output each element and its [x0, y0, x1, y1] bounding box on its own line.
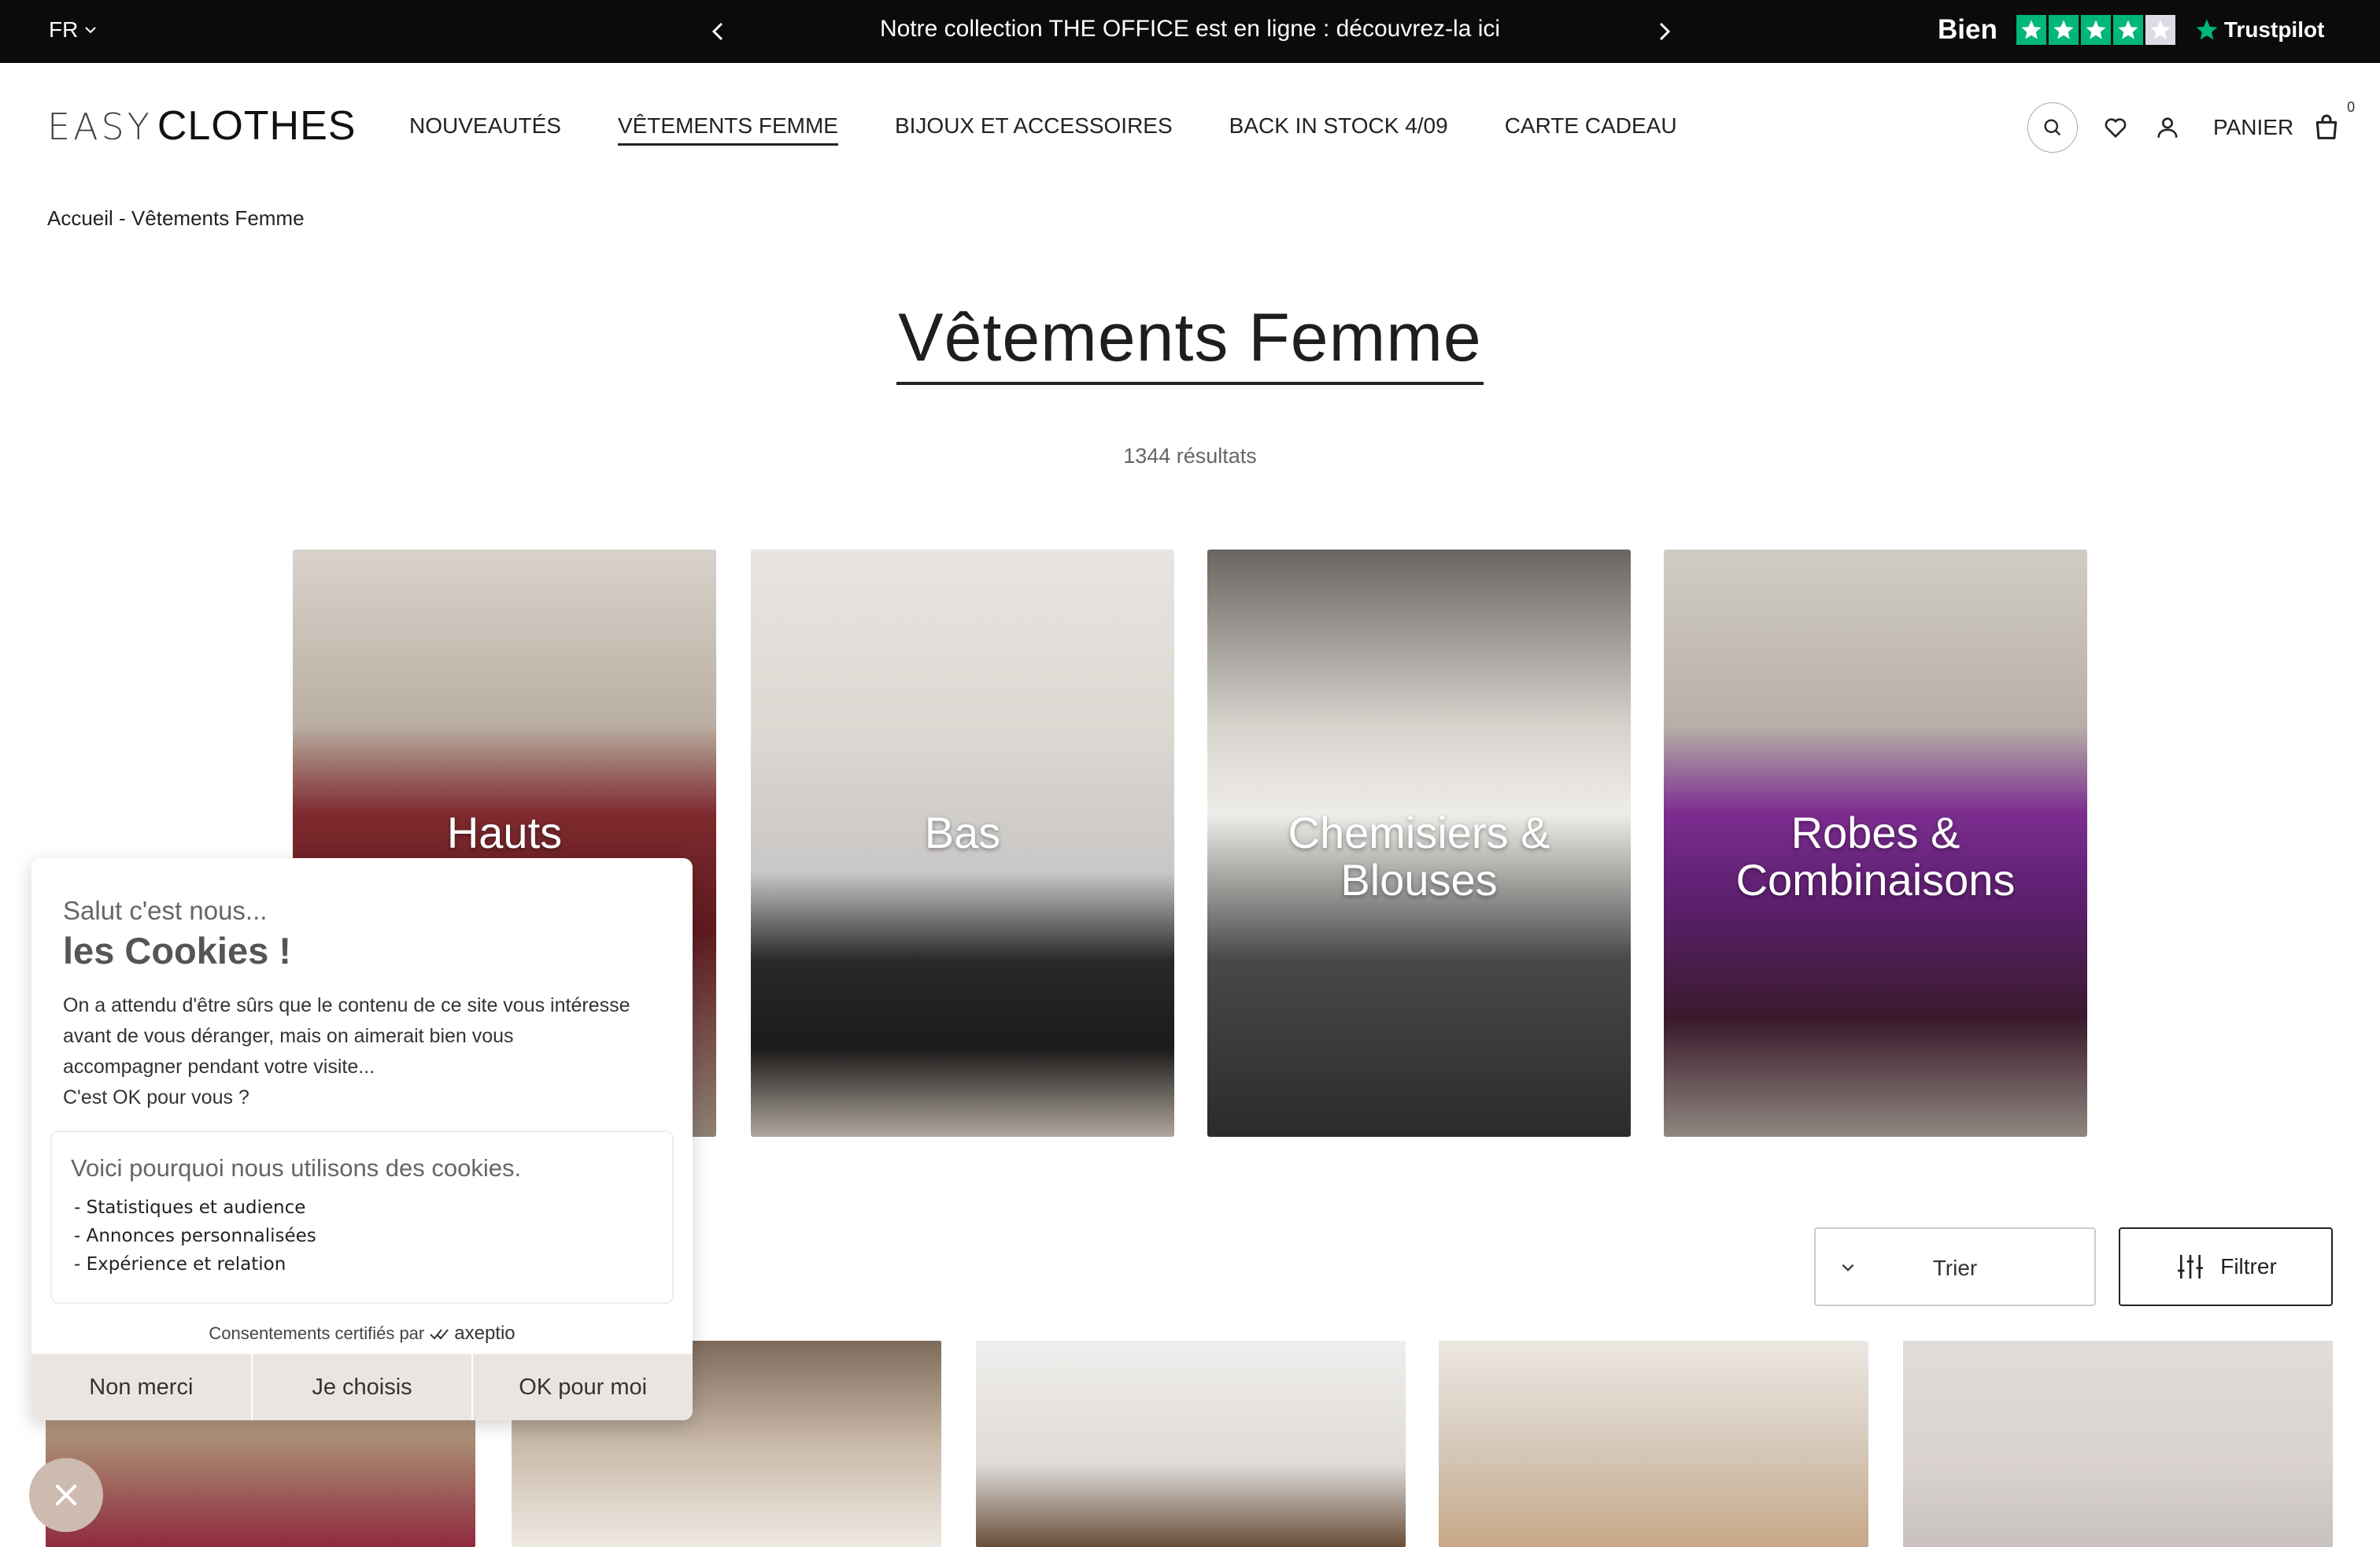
cart-label[interactable]: PANIER: [2213, 115, 2293, 140]
cookie-reason: - Annonces personnalisées: [74, 1226, 316, 1246]
main-nav: NOUVEAUTÉS VÊTEMENTS FEMME BIJOUX ET ACC…: [409, 113, 1677, 146]
cookie-message-line: avant de vous déranger, mais on aimerait…: [63, 1025, 514, 1047]
trustpilot-rating: Bien: [1938, 14, 1998, 45]
announcement-bar: FR Notre collection THE OFFICE est en li…: [0, 0, 2380, 63]
cart-count: 0: [2347, 99, 2356, 115]
cookie-title: les Cookies !: [63, 930, 291, 972]
nav-back-in-stock[interactable]: BACK IN STOCK 4/09: [1229, 113, 1448, 146]
axeptio-brand: axeptio: [454, 1323, 516, 1344]
sort-select[interactable]: Trier: [1814, 1227, 2096, 1306]
logo-easy: EASY: [47, 105, 153, 148]
heart-icon: [2105, 118, 2127, 139]
cookie-decline-button[interactable]: Non merci: [31, 1354, 253, 1420]
cookie-message: On a attendu d'être sûrs que le contenu …: [63, 990, 677, 1113]
header-actions: PANIER 0: [2027, 99, 2355, 153]
category-tile-chemisiers[interactable]: Chemisiers & Blouses: [1207, 550, 1631, 1137]
star-icon: [2016, 15, 2046, 45]
wishlist-button[interactable]: [2101, 113, 2130, 142]
cookie-reasons-list: - Statistiques et audience - Annonces pe…: [74, 1194, 316, 1279]
cookie-message-line: accompagner pendant votre visite...: [63, 1056, 375, 1078]
cookie-certification: Consentements certifiés par axeptio: [31, 1323, 693, 1345]
category-label: Hauts: [293, 809, 716, 857]
category-tile-robes[interactable]: Robes & Combinaisons: [1664, 550, 2087, 1137]
logo-clothes: CLOTHES: [157, 103, 357, 149]
star-empty-icon: [2145, 15, 2175, 45]
nav-vetements-femme[interactable]: VÊTEMENTS FEMME: [617, 113, 838, 146]
category-label-line: Chemisiers &: [1288, 808, 1550, 857]
site-header: EASY CLOTHES NOUVEAUTÉS VÊTEMENTS FEMME …: [0, 63, 2380, 189]
product-card[interactable]: [1439, 1341, 1868, 1547]
cookie-reason: - Statistiques et audience: [74, 1197, 306, 1218]
category-tile-bas[interactable]: Bas: [751, 550, 1174, 1137]
category-label: Chemisiers & Blouses: [1207, 809, 1631, 904]
category-label-line: Hauts: [446, 808, 563, 857]
account-button[interactable]: [2153, 113, 2182, 142]
user-icon: [2157, 117, 2178, 138]
filter-label: Filtrer: [2220, 1254, 2277, 1279]
chevron-right-icon[interactable]: [1650, 17, 1678, 46]
axeptio-check-icon: [430, 1329, 449, 1340]
trustpilot-stars: [2016, 15, 2175, 45]
axeptio-logo[interactable]: axeptio: [429, 1323, 516, 1345]
cookie-certified-text: Consentements certifiés par: [209, 1323, 425, 1343]
cookie-reasons-title: Voici pourquoi nous utilisons des cookie…: [71, 1154, 522, 1182]
trustpilot-widget[interactable]: Bien Trustpilot: [1938, 14, 2324, 46]
category-label-line: Blouses: [1340, 855, 1498, 905]
star-icon: [2112, 15, 2143, 45]
cookie-message-line: On a attendu d'être sûrs que le contenu …: [63, 994, 630, 1016]
cookie-choose-button[interactable]: Je choisis: [253, 1354, 474, 1420]
sliders-icon: [2178, 1255, 2204, 1279]
product-card[interactable]: [1903, 1341, 2333, 1547]
trustpilot-logo: Trustpilot: [2194, 17, 2325, 43]
page-title: Vêtements Femme: [896, 299, 1484, 385]
nav-carte-cadeau[interactable]: CARTE CADEAU: [1505, 113, 1677, 146]
nav-nouveautes[interactable]: NOUVEAUTÉS: [409, 113, 561, 146]
star-icon: [2048, 15, 2079, 45]
cookie-buttons: Non merci Je choisis OK pour moi: [31, 1354, 693, 1420]
trustpilot-star-icon: [2196, 19, 2218, 40]
filter-button[interactable]: Filtrer: [2119, 1227, 2333, 1306]
category-label-line: Combinaisons: [1735, 855, 2016, 905]
results-count: 1344 résultats: [1123, 444, 1257, 468]
star-icon: [2080, 15, 2111, 45]
cookie-greeting: Salut c'est nous...: [63, 896, 268, 925]
search-button[interactable]: [2027, 102, 2078, 153]
search-icon: [2044, 119, 2061, 136]
page-title-wrap: Vêtements Femme: [0, 299, 2380, 385]
cookie-consent-panel: Salut c'est nous... les Cookies ! On a a…: [31, 858, 693, 1420]
category-label-line: Robes &: [1791, 808, 1961, 857]
cart-button[interactable]: 0: [2311, 99, 2355, 143]
close-icon: [55, 1484, 77, 1506]
category-label: Bas: [751, 809, 1174, 857]
cookie-close-button[interactable]: [29, 1458, 103, 1532]
nav-bijoux-accessoires[interactable]: BIJOUX ET ACCESSOIRES: [895, 113, 1173, 146]
site-logo[interactable]: EASY CLOTHES: [47, 102, 356, 150]
trustpilot-brand: Trustpilot: [2223, 17, 2325, 42]
sort-label: Trier: [1932, 1256, 1978, 1280]
cookie-reason: - Expérience et relation: [74, 1254, 286, 1275]
shopping-bag-icon: [2316, 114, 2338, 139]
cookie-reasons-box: Voici pourquoi nous utilisons des cookie…: [50, 1131, 674, 1304]
breadcrumb[interactable]: Accueil - Vêtements Femme: [47, 206, 305, 231]
cookie-message-line: C'est OK pour vous ?: [63, 1086, 249, 1108]
category-label-line: Bas: [924, 808, 1001, 857]
product-card[interactable]: [976, 1341, 1406, 1547]
category-label: Robes & Combinaisons: [1664, 809, 2087, 904]
cookie-accept-button[interactable]: OK pour moi: [473, 1354, 693, 1420]
